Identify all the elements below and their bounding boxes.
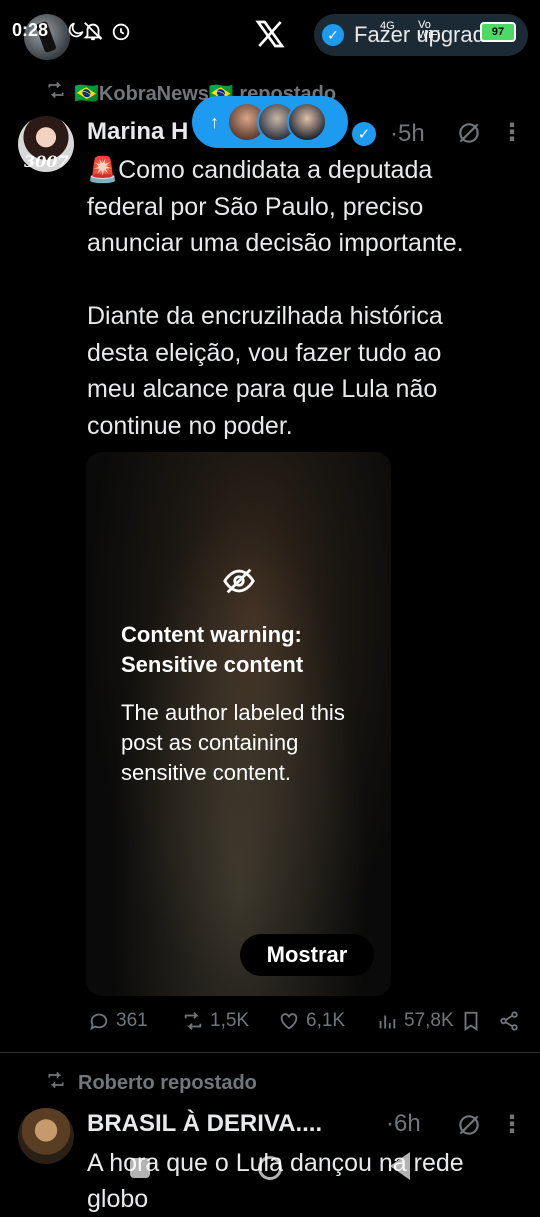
- eye-slash-icon: [222, 564, 256, 598]
- author-avatar[interactable]: [18, 1108, 74, 1164]
- x-logo-icon: [254, 18, 286, 50]
- back-icon[interactable]: [390, 1152, 410, 1180]
- recent-apps-icon[interactable]: [130, 1158, 150, 1178]
- reply-button[interactable]: 361: [88, 1010, 148, 1032]
- arrow-up-icon: ↑: [210, 111, 219, 132]
- author-name[interactable]: Marina H: [87, 118, 188, 146]
- post-time[interactable]: ·5h: [390, 120, 425, 148]
- post-text: A hora que o Lula dançou na rede globo: [87, 1149, 464, 1213]
- verified-badge-icon: ✓: [352, 122, 376, 146]
- views-button[interactable]: 57,8K: [376, 1010, 454, 1032]
- post-text: 🚨Como candidata a deputada federal por S…: [87, 156, 464, 440]
- repost-icon: [46, 1070, 66, 1096]
- avatar-tag-text: 3007: [24, 152, 69, 171]
- bookmark-button[interactable]: [460, 1010, 482, 1032]
- repost-icon: [184, 1012, 202, 1030]
- share-button[interactable]: [498, 1010, 520, 1032]
- new-post-avatar: [287, 102, 327, 142]
- author-name[interactable]: BRASIL À DERIVA....: [87, 1110, 322, 1138]
- content-warning-body: The author labeled this post as containi…: [121, 700, 345, 785]
- more-options-icon[interactable]: ⋮: [500, 1110, 524, 1139]
- content-warning-title: Content warning: Sensitive content: [121, 622, 304, 677]
- share-icon: [500, 1011, 518, 1031]
- verified-check-icon: ✓: [322, 24, 344, 46]
- like-count: 6,1K: [306, 1010, 346, 1031]
- repost-count: 1,5K: [210, 1010, 250, 1031]
- repost-icon: [46, 80, 66, 106]
- network-indicator: 4G: [380, 20, 395, 32]
- post-time[interactable]: ·6h: [386, 1110, 421, 1138]
- alarm-icon: [110, 20, 132, 48]
- reply-count: 361: [116, 1010, 148, 1031]
- status-time: 0:28: [12, 20, 49, 40]
- like-button[interactable]: 6,1K: [278, 1010, 345, 1032]
- heart-icon: [280, 1013, 298, 1030]
- repost-button[interactable]: 1,5K: [182, 1010, 249, 1032]
- bookmark-icon: [464, 1011, 478, 1031]
- volte-indicator: Vo WiFi: [418, 19, 440, 41]
- repost-by-label: Roberto repostado: [78, 1071, 257, 1094]
- post-divider: [0, 1052, 540, 1053]
- new-posts-pill[interactable]: ↑: [192, 96, 348, 148]
- more-options-icon[interactable]: ⋮: [500, 118, 524, 147]
- grok-icon[interactable]: [456, 120, 482, 146]
- views-count: 57,8K: [404, 1010, 454, 1031]
- views-icon: [379, 1015, 396, 1029]
- show-media-button[interactable]: Mostrar: [240, 934, 374, 976]
- grok-icon[interactable]: [456, 1112, 482, 1138]
- sensitive-media-card[interactable]: Content warning: Sensitive content The a…: [86, 452, 391, 996]
- home-icon[interactable]: [258, 1156, 282, 1180]
- mute-bell-icon: [82, 20, 104, 48]
- repost-indicator[interactable]: Roberto repostado: [46, 1070, 257, 1096]
- battery-indicator: 97: [480, 22, 516, 42]
- reply-icon: [90, 1013, 108, 1031]
